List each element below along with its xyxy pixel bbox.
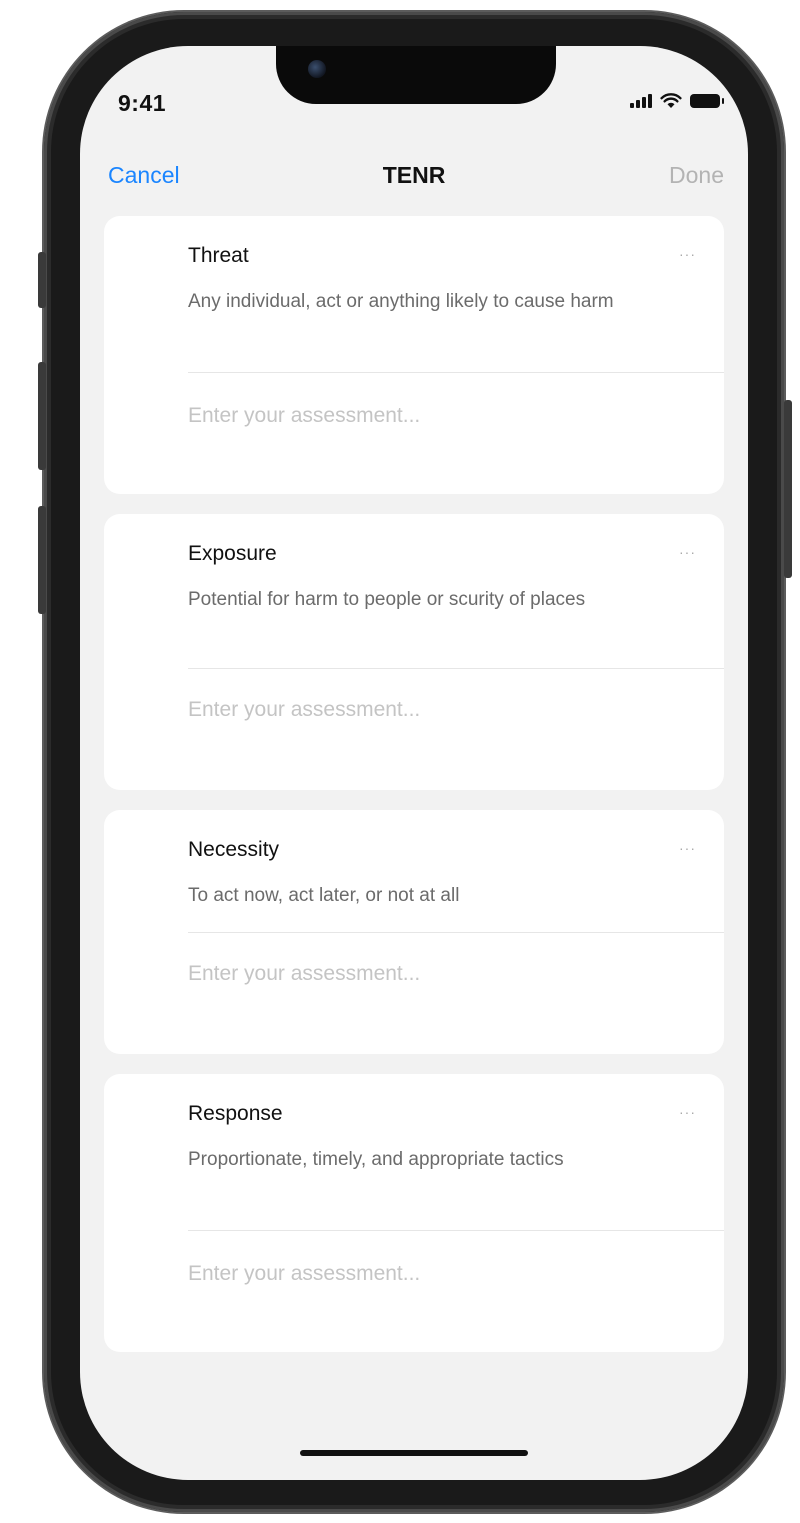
cellular-signal-icon xyxy=(630,94,652,108)
card-description: Potential for harm to people or scurity … xyxy=(188,589,586,610)
page-title: TENR xyxy=(382,162,446,188)
divider xyxy=(188,932,724,933)
more-options-icon[interactable]: ··· xyxy=(679,840,696,856)
assessment-input-necessity[interactable] xyxy=(188,954,698,994)
card-threat: Threat ··· Any individual, act or anythi… xyxy=(104,216,724,494)
card-exposure: Exposure ··· Potential for harm to peopl… xyxy=(104,514,724,790)
assessment-input-threat[interactable] xyxy=(188,396,698,436)
assessment-input-exposure[interactable] xyxy=(188,690,698,730)
app-screen: 9:41 TENR Cancel Done Threat ··· Any ind… xyxy=(80,46,748,1480)
volume-down-button xyxy=(38,506,46,614)
card-description: To act now, act later, or not at all xyxy=(188,885,460,906)
volume-up-button xyxy=(38,362,46,470)
card-description: Any individual, act or anything likely t… xyxy=(188,291,614,312)
card-necessity: Necessity ··· To act now, act later, or … xyxy=(104,810,724,1054)
status-icons xyxy=(630,90,724,112)
status-time: 9:41 xyxy=(118,90,167,116)
card-title: Threat xyxy=(188,244,249,267)
divider xyxy=(188,372,724,373)
power-button xyxy=(784,400,792,578)
card-title: Exposure xyxy=(188,542,277,565)
mute-switch xyxy=(38,252,46,308)
card-title: Response xyxy=(188,1102,283,1125)
assessment-input-response[interactable] xyxy=(188,1254,698,1294)
more-options-icon[interactable]: ··· xyxy=(679,544,696,560)
more-options-icon[interactable]: ··· xyxy=(679,246,696,262)
battery-icon xyxy=(690,94,724,108)
divider xyxy=(188,1230,724,1231)
divider xyxy=(188,668,724,669)
more-options-icon[interactable]: ··· xyxy=(679,1104,696,1120)
card-response: Response ··· Proportionate, timely, and … xyxy=(104,1074,724,1352)
card-description: Proportionate, timely, and appropriate t… xyxy=(188,1149,564,1170)
done-button[interactable]: Done xyxy=(669,162,724,189)
home-indicator[interactable] xyxy=(300,1450,528,1456)
camera-icon xyxy=(308,60,326,78)
card-title: Necessity xyxy=(188,838,280,861)
wifi-icon xyxy=(660,93,682,108)
cancel-button[interactable]: Cancel xyxy=(108,162,180,189)
device-mockup: 9:41 TENR Cancel Done Threat ··· Any ind… xyxy=(0,0,800,1523)
